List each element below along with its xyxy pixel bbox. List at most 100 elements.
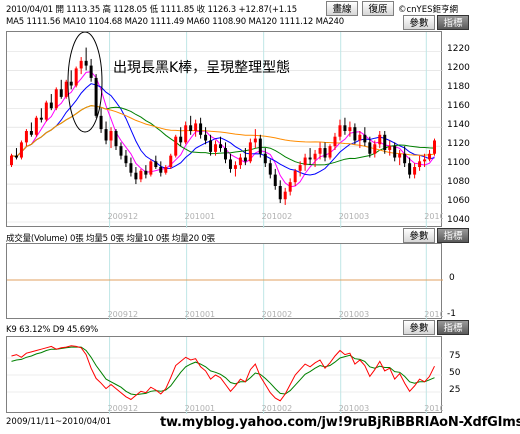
candle-body xyxy=(318,148,322,154)
price-params-button[interactable]: 參數 xyxy=(403,15,435,30)
kd-month-label: 201002 xyxy=(262,404,293,413)
candle-body xyxy=(139,170,143,180)
candle-body xyxy=(134,172,138,180)
candle-body xyxy=(59,89,63,97)
candle-body xyxy=(393,146,397,158)
candle-body xyxy=(293,170,297,183)
copyright-text: ©cnYES鉅亨網 xyxy=(398,5,459,15)
price-month-label: 201001 xyxy=(185,212,216,221)
candle-body xyxy=(219,144,223,149)
candle-body xyxy=(144,170,148,175)
candle-body xyxy=(353,127,357,141)
quote-line: 2010/04/01 開 1113.35 高 1128.05 低 1111.85… xyxy=(6,5,297,15)
candle-body xyxy=(313,153,317,160)
candle-body xyxy=(413,167,417,175)
candle-body xyxy=(159,167,163,173)
kd-params-button[interactable]: 參數 xyxy=(403,320,435,335)
kd-month-label: 201004 xyxy=(424,404,443,413)
candle-body xyxy=(109,131,113,141)
volume-tick-label: -1 xyxy=(447,309,456,319)
candle-body xyxy=(258,138,262,154)
candle-body xyxy=(388,146,392,150)
candle-body xyxy=(24,131,28,143)
candle-body xyxy=(328,146,332,158)
restore-button[interactable]: 復原 xyxy=(362,1,394,16)
kd-tick-label: 75 xyxy=(449,351,461,361)
kd-month-label: 201003 xyxy=(339,404,370,413)
candle-body xyxy=(243,157,247,162)
price-indicator-button[interactable]: 指標 xyxy=(437,15,469,30)
candle-body xyxy=(119,146,123,156)
price-tick-label: 1220 xyxy=(447,44,470,55)
candle-body xyxy=(179,136,183,143)
candle-body xyxy=(268,163,272,175)
price-tick-label: 1160 xyxy=(447,101,470,112)
volume-tick-label: 0 xyxy=(449,273,455,283)
candle-body xyxy=(74,68,78,86)
candle-body xyxy=(104,129,108,141)
candle-body xyxy=(29,131,33,135)
candle-body xyxy=(89,65,93,78)
candle-body xyxy=(363,134,367,143)
candle-body xyxy=(333,136,337,147)
candle-body xyxy=(303,157,307,166)
volume-month-label: 201002 xyxy=(262,310,293,319)
kd-chart: 200912 201001 201002 201003 201004 xyxy=(7,337,443,414)
candle-body xyxy=(288,182,292,192)
candle-body xyxy=(149,161,153,175)
price-tick-label: 1060 xyxy=(447,196,470,207)
candle-body xyxy=(283,191,287,200)
candle-body xyxy=(273,174,277,186)
candle-body xyxy=(214,144,218,152)
candle-body xyxy=(338,125,342,137)
candle-body xyxy=(323,148,327,158)
candle-body xyxy=(263,153,267,164)
price-month-label: 200912 xyxy=(108,212,139,221)
draw-line-button[interactable]: 畫線 xyxy=(326,1,358,16)
candle-body xyxy=(378,134,382,145)
candle-body xyxy=(164,167,168,173)
candle-body xyxy=(64,81,68,97)
annotation-text: 出現長黑K棒，呈現整理型態 xyxy=(113,60,291,76)
candle-body xyxy=(223,148,227,160)
volume-month-label: 201003 xyxy=(339,310,370,319)
candle-body xyxy=(99,115,103,130)
candle-body xyxy=(114,131,118,147)
candle-body xyxy=(199,123,203,135)
candle-body xyxy=(403,153,407,164)
date-range: 2009/11/11~2010/04/01 xyxy=(6,417,112,427)
price-month-label: 201003 xyxy=(339,212,370,221)
candle-body xyxy=(358,134,362,141)
candle-body xyxy=(433,140,437,154)
candle-body xyxy=(9,155,13,166)
candle-body xyxy=(84,60,88,66)
candle-body xyxy=(209,140,213,152)
volume-chart-panel: 200912 201001 201002 201003 201004 xyxy=(6,243,443,320)
candle-body xyxy=(129,163,133,173)
candle-body xyxy=(79,60,83,69)
volume-month-label: 201001 xyxy=(185,310,216,319)
price-tick-label: 1080 xyxy=(447,177,470,188)
d9-line xyxy=(11,346,435,396)
candle-body xyxy=(408,163,412,175)
candle-body xyxy=(308,157,312,160)
candle-body xyxy=(298,165,302,171)
price-tick-label: 1040 xyxy=(447,215,470,225)
candle-body xyxy=(278,185,282,200)
price-tick-label: 1100 xyxy=(447,158,470,169)
candle-body xyxy=(423,159,427,162)
k9-line xyxy=(11,345,435,402)
candle-body xyxy=(184,125,188,143)
candle-body xyxy=(418,161,422,168)
candle-body xyxy=(169,155,173,168)
candle-body xyxy=(124,155,128,164)
candle-body xyxy=(14,155,18,158)
candle-body xyxy=(44,102,48,120)
candle-body xyxy=(154,161,158,168)
volume-indicator-button[interactable]: 指標 xyxy=(437,228,469,243)
candle-body xyxy=(19,142,23,158)
volume-params-button[interactable]: 參數 xyxy=(403,228,435,243)
candle-body xyxy=(49,102,53,109)
candle-body xyxy=(238,157,242,166)
kd-indicator-button[interactable]: 指標 xyxy=(437,320,469,335)
